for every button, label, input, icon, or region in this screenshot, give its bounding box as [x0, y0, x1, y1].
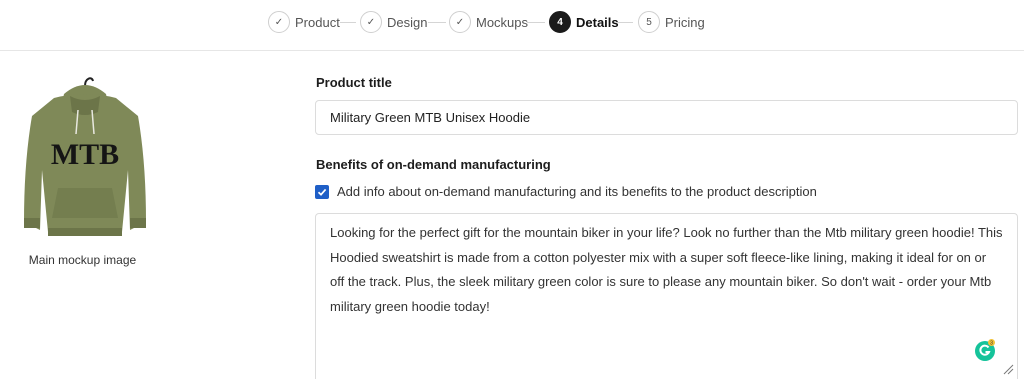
hanger-icon — [84, 77, 94, 87]
grammarly-icon: 3 — [975, 339, 995, 361]
hoodie-print-text: MTB — [51, 138, 119, 171]
step-design-label: Design — [387, 14, 428, 30]
grammarly-count: 3 — [990, 340, 993, 346]
main-mockup-image[interactable]: MTB — [14, 72, 156, 242]
product-title-label: Product title — [316, 75, 392, 90]
progress-stepper: ✓ Product ✓ Design ✓ Mockups 4 Details 5… — [0, 0, 1024, 51]
step-product-badge: ✓ — [268, 11, 290, 33]
product-title-input[interactable] — [315, 100, 1018, 135]
step-product-label: Product — [295, 14, 340, 30]
step-mockups-label: Mockups — [476, 14, 529, 30]
step-design[interactable]: ✓ Design — [360, 10, 427, 34]
step-product[interactable]: ✓ Product — [268, 10, 340, 34]
step-details-badge: 4 — [549, 11, 571, 33]
resize-grip-icon — [1003, 364, 1014, 375]
step-pricing[interactable]: 5 Pricing — [638, 10, 705, 34]
step-details-label: Details — [576, 14, 619, 30]
step-mockups-badge: ✓ — [449, 11, 471, 33]
mockup-caption: Main mockup image — [28, 253, 137, 267]
resize-handle[interactable] — [1003, 362, 1014, 375]
step-mockups[interactable]: ✓ Mockups — [449, 10, 528, 34]
step-pricing-label: Pricing — [665, 14, 705, 30]
product-description-textarea[interactable]: Looking for the perfect gift for the mou… — [315, 213, 1018, 379]
grammarly-button[interactable]: 3 — [974, 339, 996, 361]
step-connector — [340, 22, 356, 23]
benefits-checkbox-row[interactable]: Add info about on-demand manufacturing a… — [315, 184, 817, 199]
step-connector — [428, 22, 446, 23]
hoodie-image: MTB — [24, 77, 146, 236]
step-connector — [527, 22, 545, 23]
benefits-label: Benefits of on-demand manufacturing — [316, 157, 551, 172]
step-design-badge: ✓ — [360, 11, 382, 33]
step-details[interactable]: 4 Details — [549, 10, 619, 34]
step-pricing-badge: 5 — [638, 11, 660, 33]
benefits-checkbox-label: Add info about on-demand manufacturing a… — [337, 184, 817, 199]
step-connector — [615, 22, 633, 23]
benefits-checkbox[interactable] — [315, 184, 329, 199]
checkmark-icon — [317, 188, 327, 196]
